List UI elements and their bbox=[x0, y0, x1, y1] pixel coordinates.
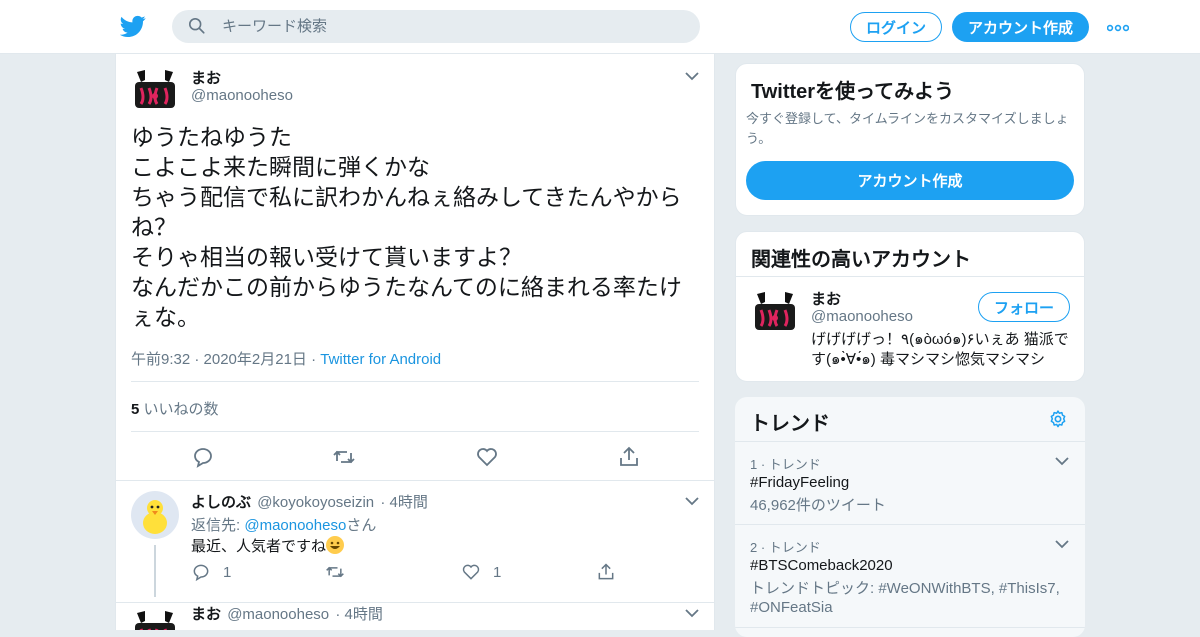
divider bbox=[131, 431, 699, 432]
signup-card-description: 今すぐ登録して、タイムラインをカスタマイズしましょう。 bbox=[746, 111, 1069, 146]
trend-name[interactable]: #FridayFeeling bbox=[750, 474, 849, 491]
reply-icon[interactable] bbox=[191, 562, 211, 582]
top-bar: ログイン アカウント作成 bbox=[0, 0, 1200, 54]
reply-author-name[interactable]: まお bbox=[191, 606, 221, 623]
like-action[interactable]: 1 bbox=[461, 562, 501, 582]
reply-header: よしのぶ @koyokoyoseizin · 4時間 bbox=[191, 491, 428, 512]
signup-card-button[interactable]: アカウント作成 bbox=[746, 161, 1074, 200]
reply-tweet[interactable]: よしのぶ @koyokoyoseizin · 4時間 返信先: @maonooh… bbox=[116, 481, 714, 603]
chevron-down-icon[interactable] bbox=[685, 71, 699, 81]
trend-context: 2 · トレンド bbox=[750, 540, 821, 555]
author-name[interactable]: まお bbox=[191, 67, 221, 88]
trend-item[interactable]: 2 · トレンド #BTSComeback2020 トレンドトピック: #WeO… bbox=[735, 525, 1085, 628]
related-account-name[interactable]: まお bbox=[811, 288, 841, 309]
trends-card: トレンド 1 · トレンド #FridayFeeling 46,962件のツイー… bbox=[735, 397, 1085, 637]
chevron-down-icon[interactable] bbox=[1055, 539, 1069, 549]
likes-count: 5 bbox=[131, 401, 140, 418]
gear-icon[interactable] bbox=[1048, 409, 1068, 429]
avatar[interactable] bbox=[751, 288, 799, 336]
trend-context: 1 · トレンド bbox=[750, 457, 821, 472]
thread-line bbox=[154, 545, 156, 597]
reply-header: まお @maonooheso · 4時間 bbox=[191, 603, 383, 624]
trend-name[interactable]: #BTSComeback2020 bbox=[750, 557, 893, 574]
trends-title: トレンド bbox=[750, 413, 830, 435]
divider bbox=[736, 276, 1084, 277]
related-accounts-card: 関連性の高いアカウント まお @maonooheso フォロー げげげげっ！٩(… bbox=[735, 231, 1085, 382]
reply-text: 最近、人気者ですね bbox=[191, 535, 345, 556]
divider bbox=[131, 381, 699, 382]
avatar[interactable] bbox=[131, 66, 179, 114]
search-input[interactable] bbox=[222, 10, 682, 43]
trend-tweet-count: 46,962件のツイート bbox=[750, 497, 886, 514]
share-action[interactable] bbox=[596, 562, 616, 582]
reply-action[interactable]: 1 bbox=[191, 562, 231, 582]
signup-card: Twitterを使ってみよう 今すぐ登録して、タイムラインをカスタマイズしましょ… bbox=[735, 63, 1085, 216]
main-column: まお @maonooheso ゆうたねゆうた こよこよ来た瞬間に弾くかな ちゃう… bbox=[115, 54, 715, 630]
chevron-down-icon[interactable] bbox=[685, 496, 699, 506]
reply-to-handle[interactable]: @maonooheso bbox=[244, 517, 346, 534]
reply-to-suffix: さん bbox=[346, 517, 377, 534]
tweet-source-link[interactable]: Twitter for Android bbox=[320, 351, 441, 368]
retweet-icon[interactable] bbox=[332, 445, 356, 469]
grinning-emoji-icon bbox=[326, 536, 345, 554]
reply-time[interactable]: · 4時間 bbox=[335, 606, 383, 623]
reply-icon[interactable] bbox=[191, 445, 215, 469]
related-accounts-title: 関連性の高いアカウント bbox=[751, 249, 971, 271]
signup-card-title: Twitterを使ってみよう bbox=[751, 81, 955, 103]
reply-to-prefix: 返信先: bbox=[191, 517, 245, 534]
retweet-action[interactable] bbox=[325, 562, 345, 582]
tweet-meta: 午前9:32 · 2020年2月21日 · Twitter for Androi… bbox=[131, 348, 441, 369]
search-box[interactable] bbox=[172, 10, 700, 43]
like-heart-icon[interactable] bbox=[475, 445, 499, 469]
search-icon bbox=[188, 17, 205, 34]
like-heart-icon[interactable] bbox=[461, 562, 481, 582]
author-handle[interactable]: @maonooheso bbox=[191, 87, 293, 104]
likes-stat[interactable]: 5 いいねの数 bbox=[131, 398, 219, 419]
signup-button[interactable]: アカウント作成 bbox=[952, 12, 1089, 42]
tweet-timestamp[interactable]: 午前9:32 · 2020年2月21日 · bbox=[131, 351, 320, 368]
retweet-icon[interactable] bbox=[325, 562, 345, 582]
more-options-icon[interactable] bbox=[1107, 24, 1129, 32]
reply-text-content: 最近、人気者ですね bbox=[191, 538, 327, 555]
tweet-actions bbox=[116, 445, 714, 469]
chevron-down-icon[interactable] bbox=[685, 608, 699, 618]
reply-tweet[interactable]: まお @maonooheso · 4時間 bbox=[116, 603, 714, 630]
share-icon[interactable] bbox=[596, 562, 616, 582]
like-count: 1 bbox=[493, 563, 502, 581]
reply-to-line: 返信先: @maonoohesoさん bbox=[191, 514, 376, 535]
avatar[interactable] bbox=[131, 491, 179, 539]
trends-header: トレンド bbox=[735, 397, 1085, 442]
likes-label: いいねの数 bbox=[143, 401, 219, 418]
related-account-handle[interactable]: @maonooheso bbox=[811, 308, 913, 325]
follow-button[interactable]: フォロー bbox=[978, 292, 1070, 322]
reply-count: 1 bbox=[223, 563, 232, 581]
chevron-down-icon[interactable] bbox=[1055, 456, 1069, 466]
reply-author-handle[interactable]: @maonooheso bbox=[227, 606, 329, 623]
login-button[interactable]: ログイン bbox=[850, 12, 942, 42]
trend-item[interactable]: 1 · トレンド #FridayFeeling 46,962件のツイート bbox=[735, 442, 1085, 525]
reply-time[interactable]: · 4時間 bbox=[380, 494, 428, 511]
reply-author-handle[interactable]: @koyokoyoseizin bbox=[257, 494, 374, 511]
tweet-text: ゆうたねゆうた こよこよ来た瞬間に弾くかな ちゃう配信で私に訳わかんねぇ絡みして… bbox=[131, 124, 682, 330]
twitter-bird-icon[interactable] bbox=[120, 13, 146, 39]
reply-author-name[interactable]: よしのぶ bbox=[191, 494, 251, 511]
share-icon[interactable] bbox=[617, 445, 641, 469]
avatar[interactable] bbox=[131, 607, 179, 630]
reply-actions: 1 1 bbox=[191, 562, 641, 582]
trend-topics: トレンドトピック: #WeONWithBTS, #ThisIs7, #ONFea… bbox=[750, 580, 1060, 616]
related-account-bio: げげげげっ！٩(๑òωó๑)۶いぇあ 猫派です(๑•̀∀•́๑) 毒マシマシ惚気… bbox=[811, 331, 1069, 368]
